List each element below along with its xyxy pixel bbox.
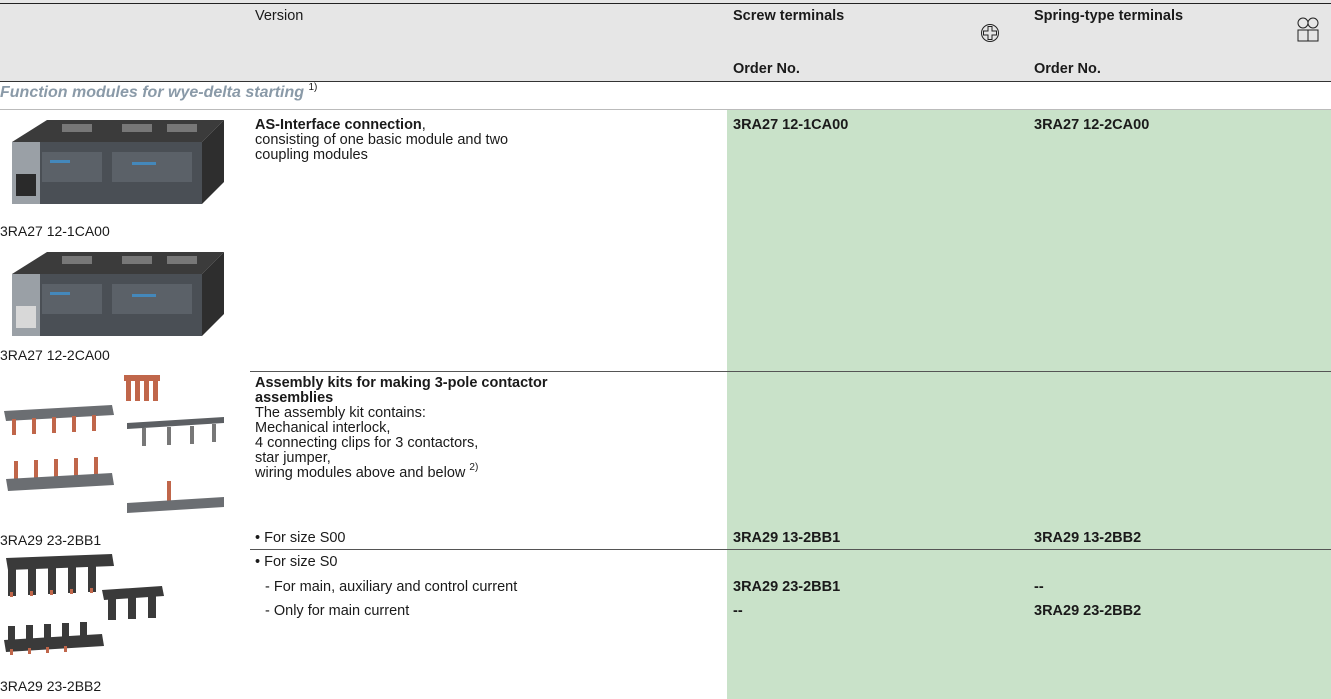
product-image-3ra2923-2bb2 [2,552,172,677]
sub-item-main-aux-control: - For main, auxiliary and control curren… [265,579,518,595]
image-caption: 3RA29 23-2BB2 [0,678,102,694]
order-column-background [727,110,1331,699]
order-no-screw: -- [733,603,743,619]
version-header: Version [255,8,304,24]
product-image-3ra2923-2bb1 [2,373,232,528]
image-caption: 3RA29 23-2BB1 [0,532,102,548]
order-no-spring: 3RA27 12-2CA00 [1034,117,1150,133]
row-separator [250,549,1331,550]
section-title: Function modules for wye-delta starting … [0,81,318,101]
order-no-screw: 3RA27 12-1CA00 [733,117,849,133]
list-item-size-s0: • For size S0 [255,554,338,570]
order-no-spring: -- [1034,579,1044,595]
row2-description: Assembly kits for making 3-pole contacto… [255,375,548,481]
order-no-spring: 3RA29 23-2BB2 [1034,603,1142,619]
order-no-screw: 3RA29 13-2BB1 [733,530,841,546]
row1-title: AS-Interface connection [255,117,422,133]
sub-item-main-only: - Only for main current [265,603,410,619]
spring-terminal-icon [1296,17,1320,48]
order-no-spring-header: Order No. [1034,61,1101,77]
row-separator [250,371,1331,372]
order-no-screw: 3RA29 23-2BB1 [733,579,841,595]
row1-description: AS-Interface connection, consisting of o… [255,117,509,163]
product-image-3ra2712-2ca00 [2,244,224,349]
image-caption: 3RA27 12-2CA00 [0,347,110,363]
screw-terminals-header: Screw terminals [733,8,845,24]
product-image-3ra2712-1ca00 [2,112,224,217]
header-top-rule [0,3,1331,4]
screw-terminal-icon [980,23,1000,48]
section-rule [0,109,1331,110]
order-no-spring: 3RA29 13-2BB2 [1034,530,1142,546]
header-bottom-rule [0,81,1331,82]
order-no-screw-header: Order No. [733,61,800,77]
spring-terminals-header: Spring-type terminals [1034,8,1184,24]
image-caption: 3RA27 12-1CA00 [0,223,110,239]
list-item-size-s00: • For size S00 [255,530,346,546]
